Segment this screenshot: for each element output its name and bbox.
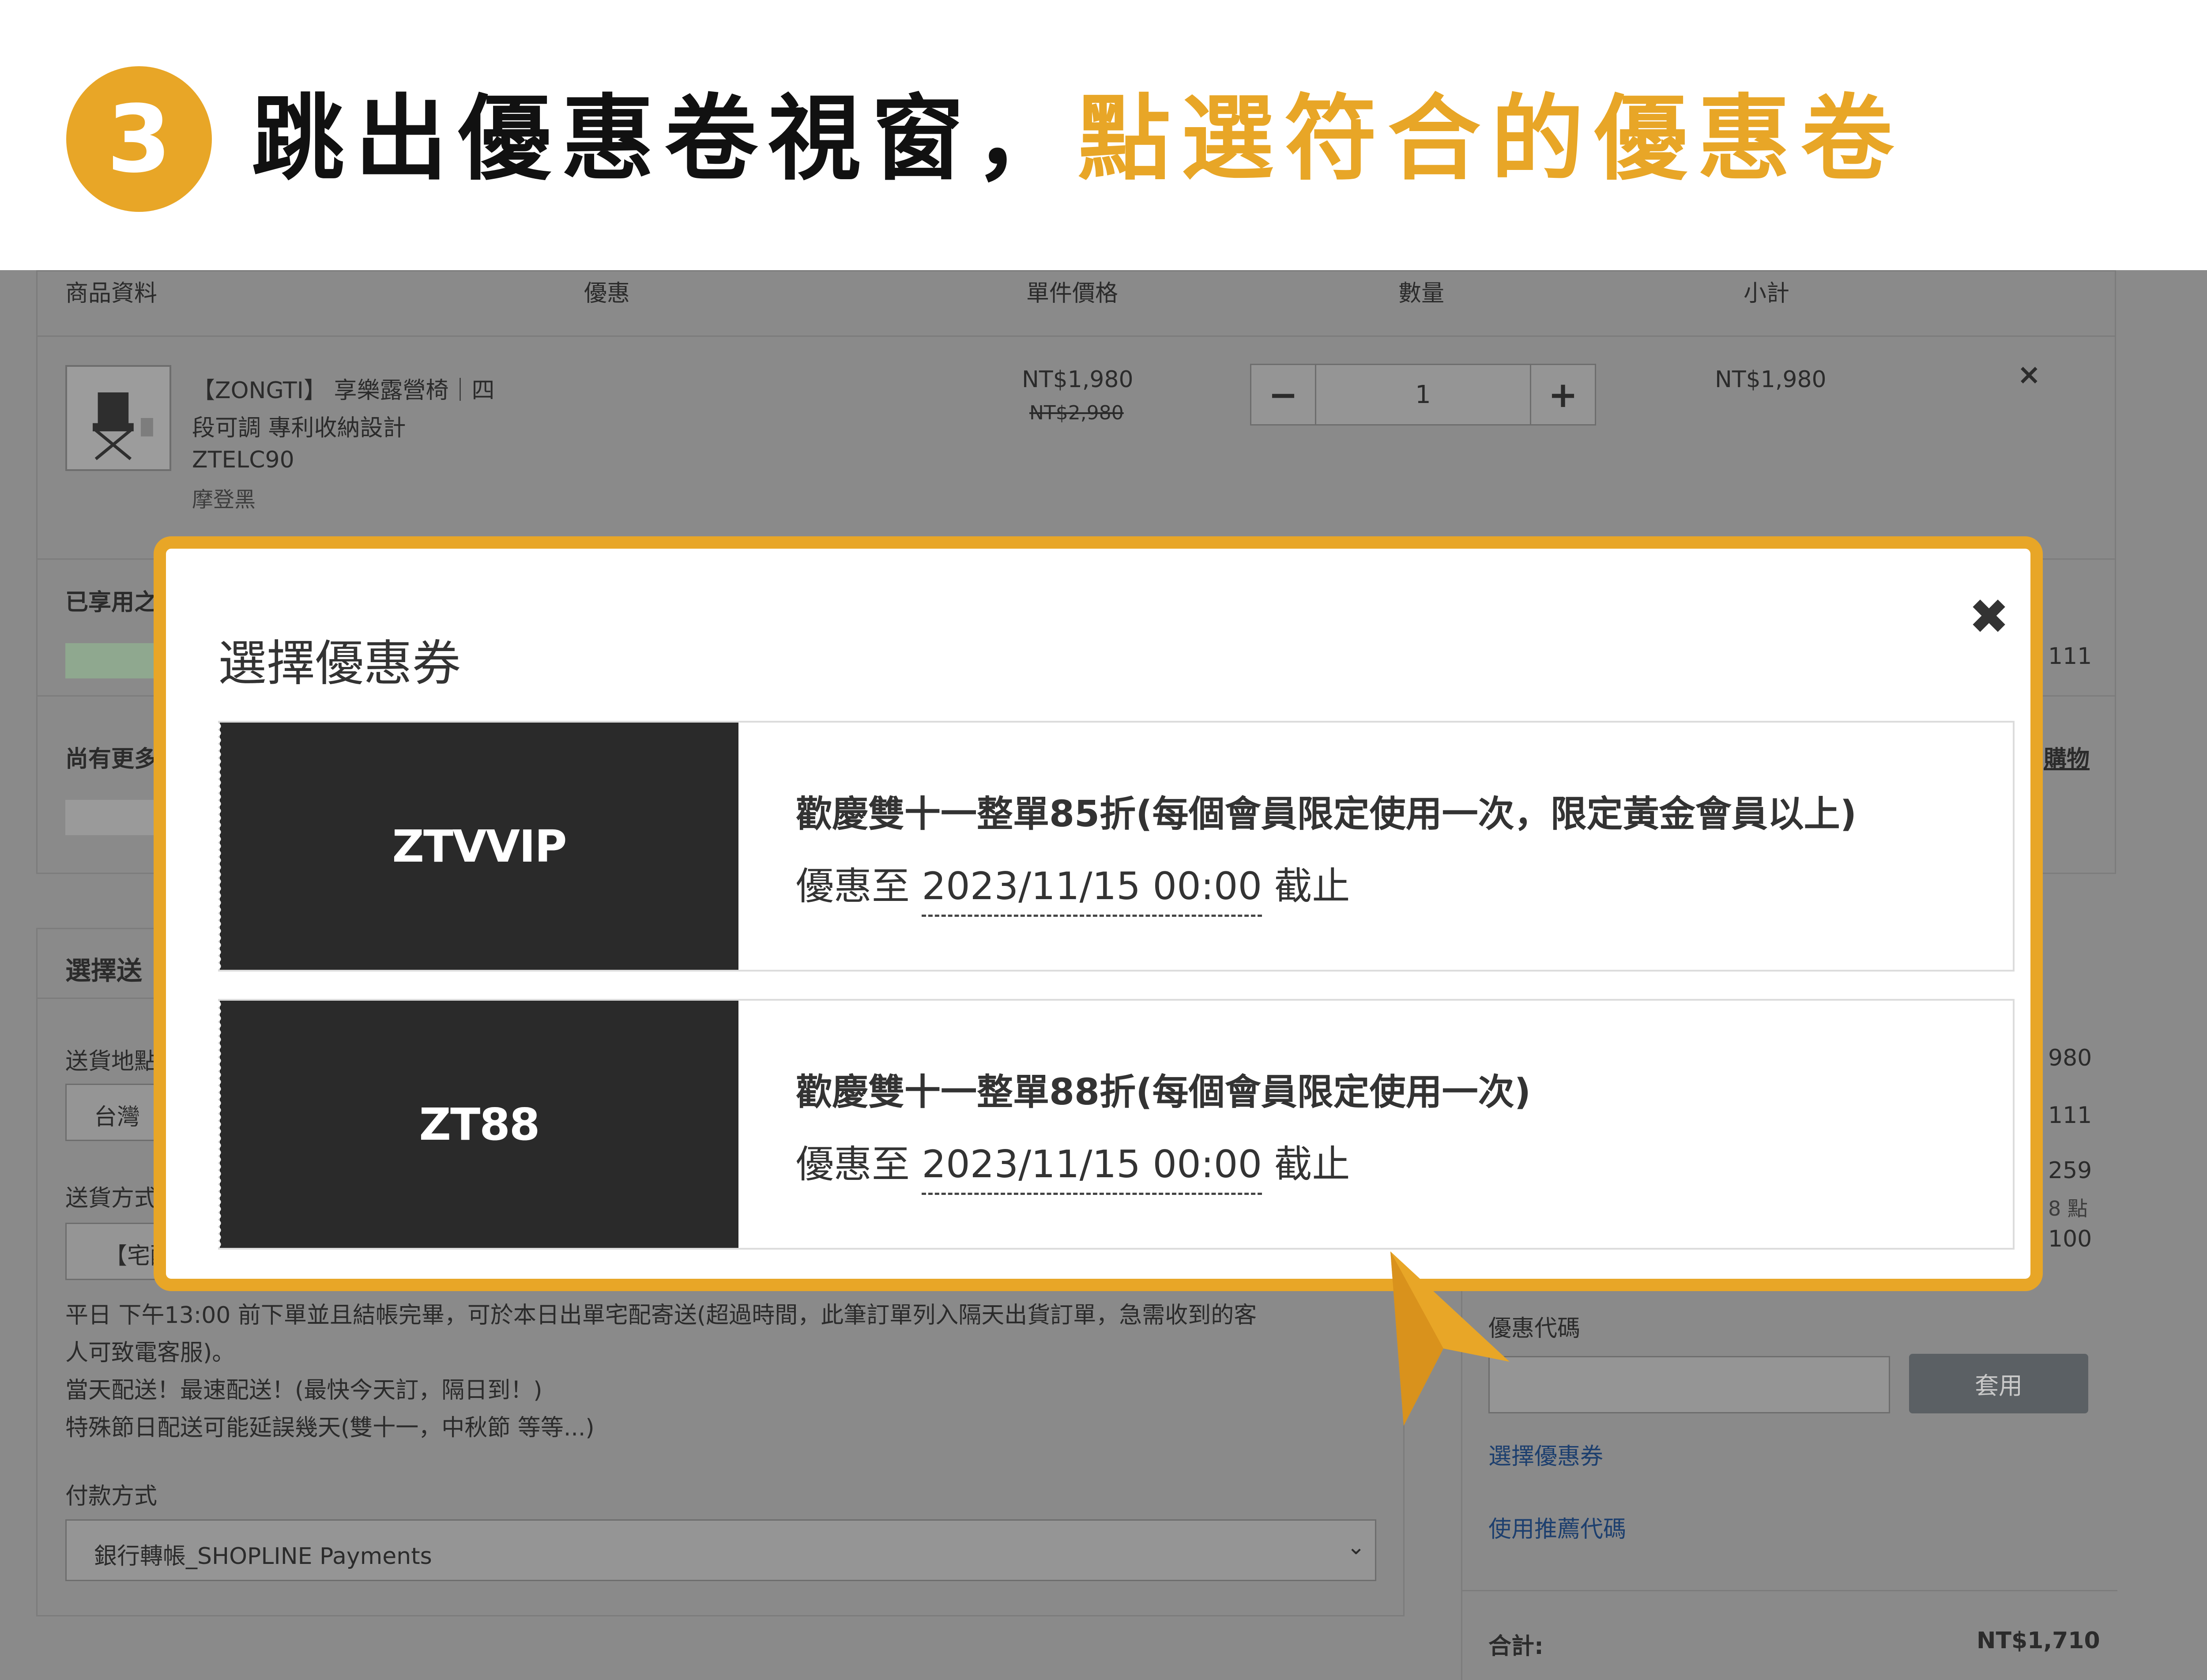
summary-subtotal-partial: 980 <box>2048 1045 2092 1071</box>
more-offers-link[interactable]: 購物 <box>2044 740 2090 773</box>
summary-credit-partial: 100 <box>2048 1226 2092 1252</box>
pointer-arrow-icon <box>1390 1251 1510 1426</box>
applied-offers-label: 已享用之 <box>65 589 158 616</box>
coupon-code: ZT88 <box>419 1098 540 1150</box>
coupon-stub: ZTVVIP <box>218 723 738 970</box>
coupon-expiry: 優惠至 2023/11/15 00:00 截止 <box>796 1133 1350 1195</box>
decrease-quantity-button[interactable]: − <box>1250 364 1316 426</box>
payment-method-value: 銀行轉帳_SHOPLINE Payments <box>94 1543 432 1570</box>
column-header-unit-price: 單件價格 <box>1026 280 1119 307</box>
expiry-suffix: 截止 <box>1274 1142 1350 1187</box>
select-coupon-link[interactable]: 選擇優惠券 <box>1488 1438 1603 1471</box>
more-offers-bar <box>65 800 162 835</box>
summary-shipping-partial: 259 <box>2048 1157 2092 1184</box>
coupon-code: ZTVVIP <box>392 820 567 872</box>
step-number-badge: 3 <box>66 66 212 212</box>
headline-accent: 點選符合的優惠卷 <box>1078 85 1905 193</box>
item-subtotal: NT$1,980 <box>1715 366 1827 393</box>
region-label: 送貨地點 <box>65 1048 158 1075</box>
headline-primary: 跳出優惠卷視窗， <box>252 85 1078 193</box>
product-name[interactable]: 【ZONGTI】 享樂露營椅｜四 <box>192 372 495 405</box>
coupon-selection-modal: 選擇優惠券 ✖ ZTVVIP 歡慶雙十一整單85折(每個會員限定使用一次，限定黃… <box>154 536 2043 1291</box>
product-name-line2: 段可調 專利收納設計 <box>192 415 406 441</box>
remove-item-icon[interactable]: × <box>2017 358 2041 391</box>
payment-method-label: 付款方式 <box>65 1483 158 1510</box>
summary-discount-partial: 111 <box>2048 1102 2092 1129</box>
quantity-input[interactable]: 1 <box>1315 364 1531 426</box>
applied-offer-bar <box>65 643 162 678</box>
expiry-prefix: 優惠至 <box>796 864 910 908</box>
promo-amount: 111 <box>2048 643 2092 670</box>
expiry-suffix: 截止 <box>1274 864 1350 908</box>
product-thumbnail[interactable] <box>65 365 171 471</box>
camping-chair-icon <box>67 367 169 469</box>
expiry-date: 2023/11/15 00:00 <box>922 864 1262 917</box>
expiry-prefix: 優惠至 <box>796 1142 910 1187</box>
column-header-discount: 優惠 <box>584 280 630 307</box>
coupon-description: 歡慶雙十一整單88折(每個會員限定使用一次) <box>796 1071 1531 1113</box>
coupon-stub: ZT88 <box>218 1001 738 1248</box>
unit-price: NT$1,980 <box>1022 366 1134 393</box>
coupon-card-zt88[interactable]: ZT88 歡慶雙十一整單88折(每個會員限定使用一次) 優惠至 2023/11/… <box>218 999 2015 1250</box>
shipping-note: 平日 下午13:00 前下單並且結帳完畢，可於本日出單宅配寄送(超過時間，此筆訂… <box>65 1302 1257 1329</box>
apply-coupon-button[interactable]: 套用 <box>1909 1354 2088 1413</box>
close-icon[interactable]: ✖ <box>1969 588 2009 645</box>
shipping-method-label: 送貨方式 <box>65 1185 158 1212</box>
chevron-down-icon: ⌄ <box>1347 1534 1365 1559</box>
summary-points-partial: 8 點 <box>2048 1197 2088 1220</box>
instruction-banner: 3 跳出優惠卷視窗，點選符合的優惠卷 <box>0 0 2207 270</box>
product-variant: 摩登黑 <box>192 487 256 512</box>
shipping-note: 特殊節日配送可能延誤幾天(雙十一，中秋節 等等...) <box>65 1415 595 1441</box>
original-price: NT$2,980 <box>1029 402 1124 424</box>
shipping-note: 當天配送！最速配送！(最快今天訂，隔日到！) <box>65 1377 542 1404</box>
expiry-date: 2023/11/15 00:00 <box>922 1142 1262 1195</box>
payment-method-select[interactable]: 銀行轉帳_SHOPLINE Payments ⌄ <box>65 1519 1376 1581</box>
modal-title: 選擇優惠券 <box>218 635 461 692</box>
more-offers-label: 尚有更多 <box>65 746 158 772</box>
referral-code-link[interactable]: 使用推薦代碼 <box>1488 1510 1626 1544</box>
coupon-code-input[interactable] <box>1488 1356 1890 1413</box>
total-label: 合計: <box>1488 1633 1544 1660</box>
instruction-headline: 跳出優惠卷視窗，點選符合的優惠卷 <box>252 77 1904 201</box>
increase-quantity-button[interactable]: + <box>1530 364 1596 426</box>
shipping-note: 人可致電客服)。 <box>65 1340 235 1366</box>
coupon-card-ztvvip[interactable]: ZTVVIP 歡慶雙十一整單85折(每個會員限定使用一次，限定黃金會員以上) 優… <box>218 721 2015 972</box>
column-header-subtotal: 小計 <box>1744 280 1790 307</box>
shipping-section-title: 選擇送 <box>65 956 143 986</box>
region-value: 台灣 <box>94 1104 140 1130</box>
coupon-description: 歡慶雙十一整單85折(每個會員限定使用一次，限定黃金會員以上) <box>796 793 1857 835</box>
product-sku: ZTELC90 <box>192 447 294 473</box>
coupon-expiry: 優惠至 2023/11/15 00:00 截止 <box>796 855 1350 917</box>
column-header-product: 商品資料 <box>65 280 158 307</box>
column-header-quantity: 數量 <box>1398 280 1445 307</box>
total-value: NT$1,710 <box>1977 1627 2100 1654</box>
